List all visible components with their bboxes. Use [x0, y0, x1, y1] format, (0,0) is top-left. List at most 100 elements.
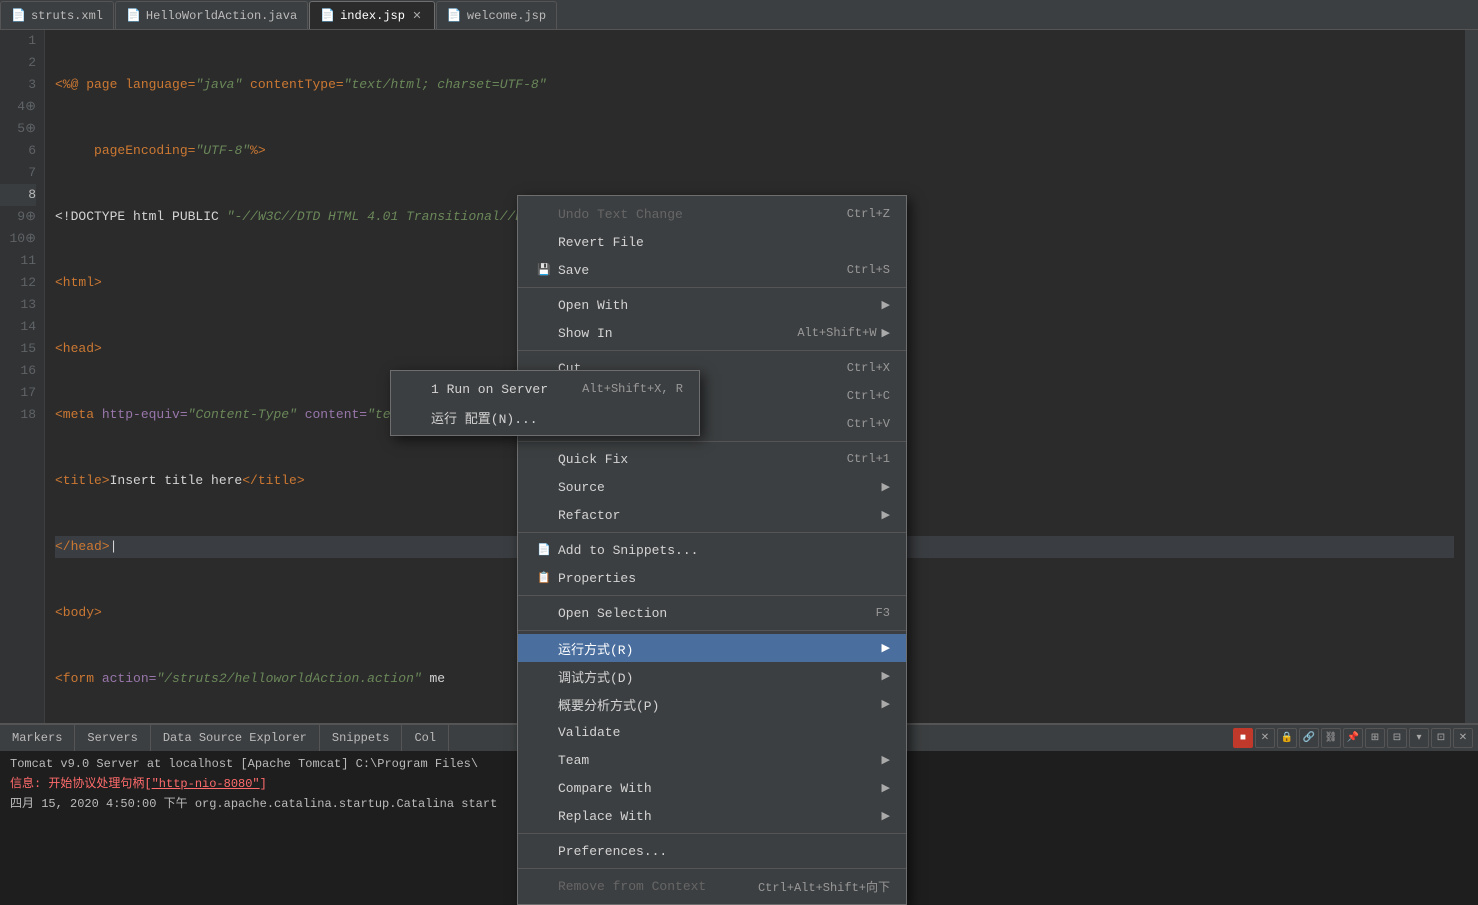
menu-shortcut: Ctrl+X [847, 361, 890, 375]
submenu-arrow-icon: ▶ [882, 508, 890, 522]
menu-item-label: Compare With [558, 781, 877, 796]
menu-shortcut: Ctrl+S [847, 263, 890, 277]
tab-hello[interactable]: 📄 HelloWorldAction.java [115, 1, 308, 29]
line-num-15: 15 [0, 338, 36, 360]
view-menu-button[interactable]: ▾ [1409, 728, 1429, 748]
bottom-tab-markers[interactable]: Markers [0, 725, 75, 751]
menu-item-run-mode[interactable]: 运行方式(R) ▶ [518, 634, 906, 662]
submenu-run: 1 Run on Server Alt+Shift+X, R 运行 配置(N).… [390, 370, 700, 436]
console-text: Tomcat v9.0 Server at localhost [Apache … [10, 757, 478, 771]
snippets-icon: 📄 [534, 543, 554, 557]
maximize-button[interactable]: ⊡ [1431, 728, 1451, 748]
menu-item-replace-with[interactable]: Replace With ▶ [518, 802, 906, 830]
menu-item-properties[interactable]: 📋 Properties [518, 564, 906, 592]
menu-item-revert[interactable]: Revert File [518, 228, 906, 256]
menu-item-preferences[interactable]: Preferences... [518, 837, 906, 865]
line-num-4: 4⊕ [0, 96, 36, 118]
bottom-tab-servers[interactable]: Servers [75, 725, 150, 751]
save-icon: 💾 [534, 263, 554, 277]
lock-button[interactable]: 🔒 [1277, 728, 1297, 748]
code-line-2: pageEncoding="UTF-8"%> [55, 140, 1454, 162]
menu-item-add-snippets[interactable]: 📄 Add to Snippets... [518, 536, 906, 564]
line-num-13: 13 [0, 294, 36, 316]
menu-item-profile-mode[interactable]: 概要分析方式(P) ▶ [518, 690, 906, 718]
menu-item-label: Add to Snippets... [558, 543, 890, 558]
vertical-scrollbar[interactable] [1464, 30, 1478, 723]
line-num-9: 9⊕ [0, 206, 36, 228]
bottom-tab-col[interactable]: Col [402, 725, 449, 751]
expand-button[interactable]: ⊞ [1365, 728, 1385, 748]
menu-shortcut: Ctrl+Alt+Shift+向下 [758, 878, 890, 895]
menu-item-refactor[interactable]: Refactor ▶ [518, 501, 906, 529]
tab-close-button[interactable]: ✕ [410, 9, 424, 23]
console-error-text: 信息: 开始协议处理句柄["http-nio-8080"] [10, 777, 267, 791]
line-num-12: 12 [0, 272, 36, 294]
tab-struts[interactable]: 📄 struts.xml [0, 1, 114, 29]
bottom-tab-label: Markers [12, 731, 62, 745]
menu-item-compare-with[interactable]: Compare With ▶ [518, 774, 906, 802]
menu-shortcut: Ctrl+C [847, 389, 890, 403]
menu-item-label: Open Selection [558, 606, 856, 621]
menu-item-undo[interactable]: Undo Text Change Ctrl+Z [518, 200, 906, 228]
submenu-arrow-icon: ▶ [882, 326, 890, 340]
submenu-arrow-icon: ▶ [882, 669, 890, 683]
stop-button[interactable]: ■ [1233, 728, 1253, 748]
menu-item-debug-mode[interactable]: 调试方式(D) ▶ [518, 662, 906, 690]
file-icon: 📄 [320, 8, 335, 23]
tab-label: HelloWorldAction.java [146, 9, 297, 23]
menu-shortcut: Ctrl+V [847, 417, 890, 431]
line-num-6: 6 [0, 140, 36, 162]
pin-button[interactable]: 📌 [1343, 728, 1363, 748]
tab-welcome[interactable]: 📄 welcome.jsp [436, 1, 557, 29]
context-menu: Undo Text Change Ctrl+Z Revert File 💾 Sa… [517, 195, 907, 905]
bottom-tab-label: Data Source Explorer [163, 731, 307, 745]
menu-separator [518, 595, 906, 596]
line-num-16: 16 [0, 360, 36, 382]
submenu-item-run-config[interactable]: 运行 配置(N)... [391, 403, 699, 431]
menu-item-open-with[interactable]: Open With ▶ [518, 291, 906, 319]
properties-icon: 📋 [534, 571, 554, 585]
menu-item-label: Show In [558, 326, 777, 341]
menu-separator [518, 532, 906, 533]
tab-bar: 📄 struts.xml 📄 HelloWorldAction.java 📄 i… [0, 0, 1478, 30]
menu-separator [518, 868, 906, 869]
bottom-tab-snippets[interactable]: Snippets [320, 725, 403, 751]
submenu-arrow-icon: ▶ [882, 781, 890, 795]
file-icon: 📄 [126, 8, 141, 23]
menu-item-label: Undo Text Change [558, 207, 827, 222]
bottom-tab-label: Snippets [332, 731, 390, 745]
menu-item-validate[interactable]: Validate [518, 718, 906, 746]
menu-item-save[interactable]: 💾 Save Ctrl+S [518, 256, 906, 284]
close-panel-button[interactable]: ✕ [1453, 728, 1473, 748]
tab-label: index.jsp [340, 9, 405, 23]
disconnect-button[interactable]: ✕ [1255, 728, 1275, 748]
menu-item-open-selection[interactable]: Open Selection F3 [518, 599, 906, 627]
menu-item-label: Refactor [558, 508, 877, 523]
menu-separator [518, 350, 906, 351]
line-num-8: 8 [0, 184, 36, 206]
menu-item-quick-fix[interactable]: Quick Fix Ctrl+1 [518, 445, 906, 473]
menu-item-show-in[interactable]: Show In Alt+Shift+W ▶ [518, 319, 906, 347]
submenu-arrow-icon: ▶ [882, 809, 890, 823]
bottom-tab-datasource[interactable]: Data Source Explorer [151, 725, 320, 751]
menu-item-label: Preferences... [558, 844, 890, 859]
menu-separator [518, 833, 906, 834]
menu-separator [518, 287, 906, 288]
menu-item-label: Source [558, 480, 877, 495]
minimize-button[interactable]: ⊟ [1387, 728, 1407, 748]
link-button[interactable]: 🔗 [1299, 728, 1319, 748]
menu-item-label: Team [558, 753, 877, 768]
menu-item-source[interactable]: Source ▶ [518, 473, 906, 501]
menu-separator [518, 630, 906, 631]
menu-item-label: Quick Fix [558, 452, 827, 467]
line-num-10: 10⊕ [0, 228, 36, 250]
link2-button[interactable]: ⛓ [1321, 728, 1341, 748]
file-icon: 📄 [447, 8, 462, 23]
tab-index[interactable]: 📄 index.jsp ✕ [309, 1, 435, 29]
submenu-arrow-icon: ▶ [882, 697, 890, 711]
menu-item-team[interactable]: Team ▶ [518, 746, 906, 774]
submenu-item-run-server[interactable]: 1 Run on Server Alt+Shift+X, R [391, 375, 699, 403]
line-num-5: 5⊕ [0, 118, 36, 140]
menu-item-remove-context[interactable]: Remove from Context Ctrl+Alt+Shift+向下 [518, 872, 906, 900]
line-numbers: 1 2 3 4⊕ 5⊕ 6 7 8 9⊕ 10⊕ 11 12 13 14 15 … [0, 30, 45, 723]
